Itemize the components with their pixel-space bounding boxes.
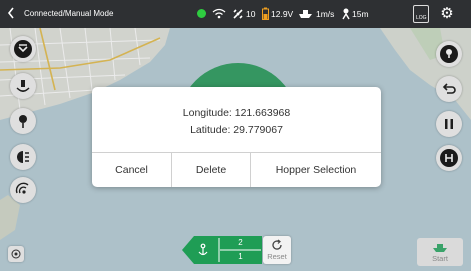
log-button[interactable]: LOG — [413, 5, 429, 23]
mode-label: Connected/Manual Mode — [24, 9, 114, 18]
chevron-left-icon — [7, 7, 14, 19]
speed-value: 1m/s — [316, 9, 335, 19]
gear-icon: ⚙ — [440, 5, 454, 22]
settings-button[interactable]: ⚙ — [438, 5, 456, 23]
dialog-body: Longitude: 121.663968 Latitude: 29.77906… — [92, 87, 381, 152]
reset-button[interactable]: Reset — [263, 236, 291, 264]
status-bar: Connected/Manual Mode 10 12.9V 1m/s 15m … — [0, 0, 471, 28]
start-button[interactable]: Start — [417, 238, 463, 266]
gps-dot-icon — [197, 9, 206, 18]
satellite-icon — [233, 9, 243, 19]
cancel-button[interactable]: Cancel — [92, 153, 172, 187]
hopper-selection-button[interactable]: Hopper Selection — [251, 153, 381, 187]
start-label: Start — [432, 254, 448, 263]
delete-button[interactable]: Delete — [172, 153, 251, 187]
back-button[interactable] — [6, 6, 20, 22]
voltage-value: 12.9V — [271, 9, 294, 19]
person-pin-icon — [342, 8, 350, 20]
wifi-icon — [212, 8, 226, 19]
log-icon: LOG — [416, 15, 427, 21]
reset-label: Reset — [267, 252, 287, 261]
hopper-top-count: 2 — [238, 238, 243, 247]
anchor-icon — [198, 243, 208, 256]
hopper-selector[interactable]: 2 1 — [182, 236, 262, 269]
longitude-text: Longitude: 121.663968 — [182, 107, 291, 119]
battery-icon — [262, 7, 269, 20]
dialog-actions: Cancel Delete Hopper Selection — [92, 152, 381, 187]
satellite-count: 10 — [246, 9, 256, 19]
waypoint-dialog: Longitude: 121.663968 Latitude: 29.77906… — [92, 87, 381, 187]
latitude-text: Latitude: 29.779067 — [190, 124, 283, 136]
distance-value: 15m — [352, 9, 369, 19]
hopper-bottom-count: 1 — [238, 252, 243, 261]
boat-start-icon — [433, 244, 447, 252]
boat-icon — [299, 10, 312, 18]
refresh-icon — [272, 239, 282, 250]
